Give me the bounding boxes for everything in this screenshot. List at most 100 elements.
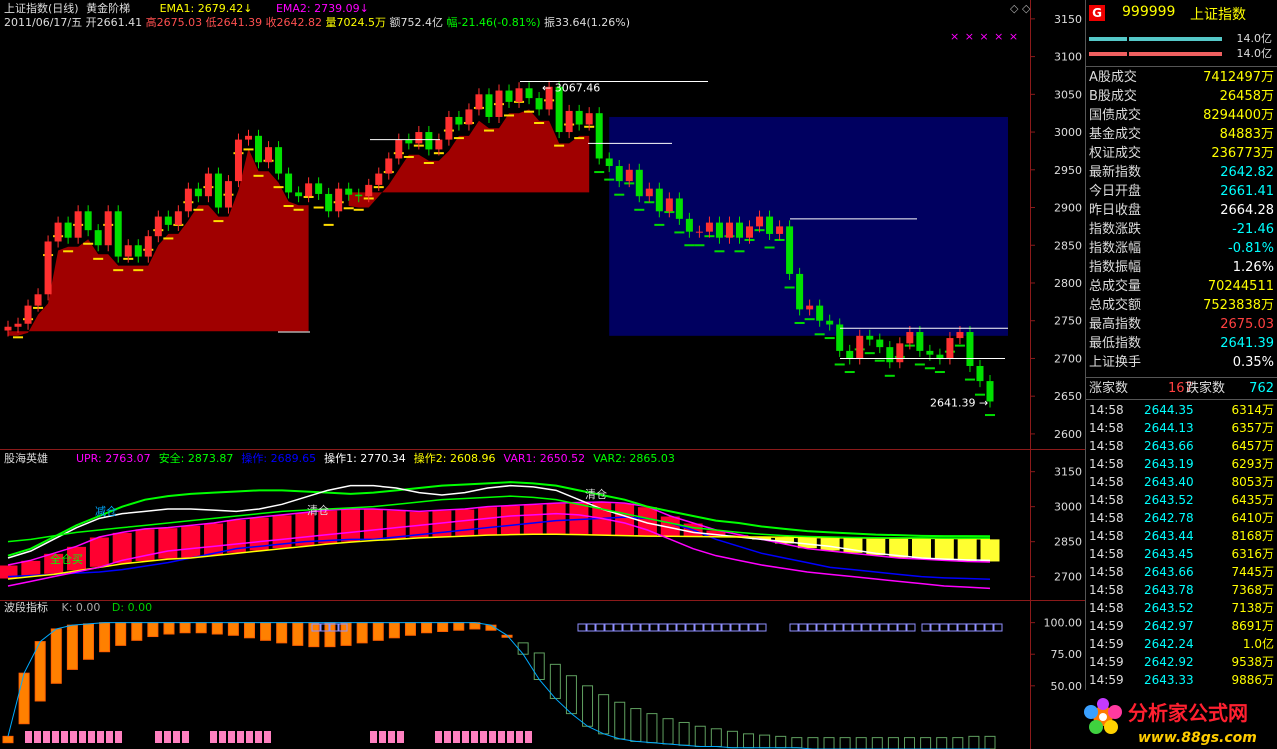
kd-box <box>984 735 996 749</box>
stat-row: 国债成交 8294400万 <box>1086 106 1277 125</box>
kd-box <box>710 728 722 747</box>
signal-block <box>453 731 460 743</box>
signal-block <box>61 731 68 743</box>
logo-text: 分析家公式网 <box>1128 701 1248 725</box>
kd-box <box>807 737 819 749</box>
tick-time: 14:58 <box>1089 529 1124 543</box>
signal-marker <box>870 623 880 632</box>
kd-box <box>533 652 545 680</box>
tick-price: 2643.52 <box>1144 493 1194 507</box>
stat-value: 236773万 <box>1211 146 1274 161</box>
stat-row: 最新指数 2642.82 <box>1086 163 1277 182</box>
kd-box <box>437 622 449 632</box>
kd-box <box>694 725 706 747</box>
kd-box <box>630 708 642 742</box>
kd-box <box>871 737 883 749</box>
y-tick-label: 3000 <box>1054 126 1082 139</box>
candle-body <box>295 192 303 197</box>
kd-box <box>855 737 867 749</box>
signal-block <box>34 731 41 743</box>
signal-marker <box>993 623 1003 632</box>
signal-block <box>246 731 253 743</box>
candle-body <box>325 193 333 212</box>
signal-block <box>182 731 189 743</box>
window-control-icons[interactable]: ◇ ◇ <box>1010 2 1030 16</box>
tick-row: 14:58 2643.40 8053万 <box>1086 473 1277 491</box>
candle-body <box>635 169 643 197</box>
candle-body <box>375 173 383 185</box>
quote-panel: G 999999 上证指数 14.0亿 14.0亿 A股成交 7412497万 B股… <box>1085 0 1277 749</box>
volume-bar-1-label: 14.0亿 <box>1236 32 1273 45</box>
tick-row: 14:59 2642.92 9538万 <box>1086 653 1277 671</box>
kd-box <box>2 735 14 744</box>
tick-volume: 6314万 <box>1231 403 1274 417</box>
stat-label: A股成交 <box>1089 70 1137 85</box>
candle-body <box>505 90 513 102</box>
stat-value: 2661.41 <box>1220 184 1274 199</box>
band-box <box>203 522 225 557</box>
chart-canvas[interactable]: 2600 2650 2700 2750 2800 2850 2900 2950 3000 3050… <box>0 0 1085 749</box>
tick-row: 14:58 2643.52 6435万 <box>1086 491 1277 509</box>
candle-body <box>605 158 613 167</box>
tick-volume: 7445万 <box>1231 565 1274 579</box>
candle-body <box>315 183 323 194</box>
kd-box <box>517 642 529 655</box>
tick-row: 14:59 2642.24 1.0亿 <box>1086 635 1277 653</box>
tick-time: 14:58 <box>1089 475 1124 489</box>
signal-marker <box>825 623 835 632</box>
tick-price: 2644.13 <box>1144 421 1194 435</box>
ohlc-field: 额752.4亿 <box>389 16 447 29</box>
stat-value: 1.26% <box>1232 260 1274 275</box>
candle-body <box>705 222 713 232</box>
band-box <box>477 506 499 536</box>
tick-row: 14:58 2643.52 7138万 <box>1086 599 1277 617</box>
signal-marker <box>789 623 799 632</box>
candle-body <box>756 216 764 227</box>
site-logo: 分析家公式网 www.88gs.com <box>1078 690 1277 749</box>
signal-marker <box>834 623 844 632</box>
signal-marker <box>667 623 677 632</box>
tick-volume: 1.0亿 <box>1242 637 1274 651</box>
updown-row: 涨家数 167 跌家数 762 <box>1086 379 1277 398</box>
candle-body <box>725 222 733 238</box>
stat-value: 70244511 <box>1207 279 1274 294</box>
kd-box <box>453 622 465 631</box>
k-value: K: 0.00 <box>61 601 101 614</box>
y-tick-label: 3150 <box>1054 13 1082 26</box>
signal-marker <box>658 623 668 632</box>
signal-marker <box>748 623 758 632</box>
candle-body <box>816 305 824 321</box>
candle-body <box>435 139 443 150</box>
candle-body <box>405 139 413 144</box>
ema1-value: EMA1: 2679.42 <box>159 2 244 15</box>
signal-marker <box>622 623 632 632</box>
signal-block <box>379 731 386 743</box>
tick-row: 14:58 2642.78 6410万 <box>1086 509 1277 527</box>
tick-row: 14:58 2644.35 6314万 <box>1086 401 1277 419</box>
kd-box <box>759 734 771 749</box>
candle-body <box>695 231 703 233</box>
candle-body <box>936 354 944 359</box>
signal-marker <box>906 623 916 632</box>
y-tick-label: 3100 <box>1054 51 1082 64</box>
kd-box <box>549 663 561 699</box>
candle-body <box>234 139 242 182</box>
candle-body <box>806 305 814 310</box>
candle-body <box>24 305 32 324</box>
stat-row: 指数涨跌 -21.46 <box>1086 220 1277 239</box>
kd-box <box>292 622 304 646</box>
candle-body <box>595 113 603 159</box>
y-tick-label: 2650 <box>1054 390 1082 403</box>
signal-marker <box>676 623 686 632</box>
signal-block <box>444 731 451 743</box>
index-code: 999999 <box>1122 4 1176 20</box>
candle-body <box>956 332 964 339</box>
signal-block <box>219 731 226 743</box>
candle-body <box>265 147 273 163</box>
stat-row: 权证成交 236773万 <box>1086 144 1277 163</box>
band-box <box>20 559 42 578</box>
stat-label: 权证成交 <box>1089 146 1142 161</box>
stat-row: 指数振幅 1.26% <box>1086 258 1277 277</box>
y-tick-label: 3050 <box>1054 88 1082 101</box>
kd-box <box>372 622 384 641</box>
